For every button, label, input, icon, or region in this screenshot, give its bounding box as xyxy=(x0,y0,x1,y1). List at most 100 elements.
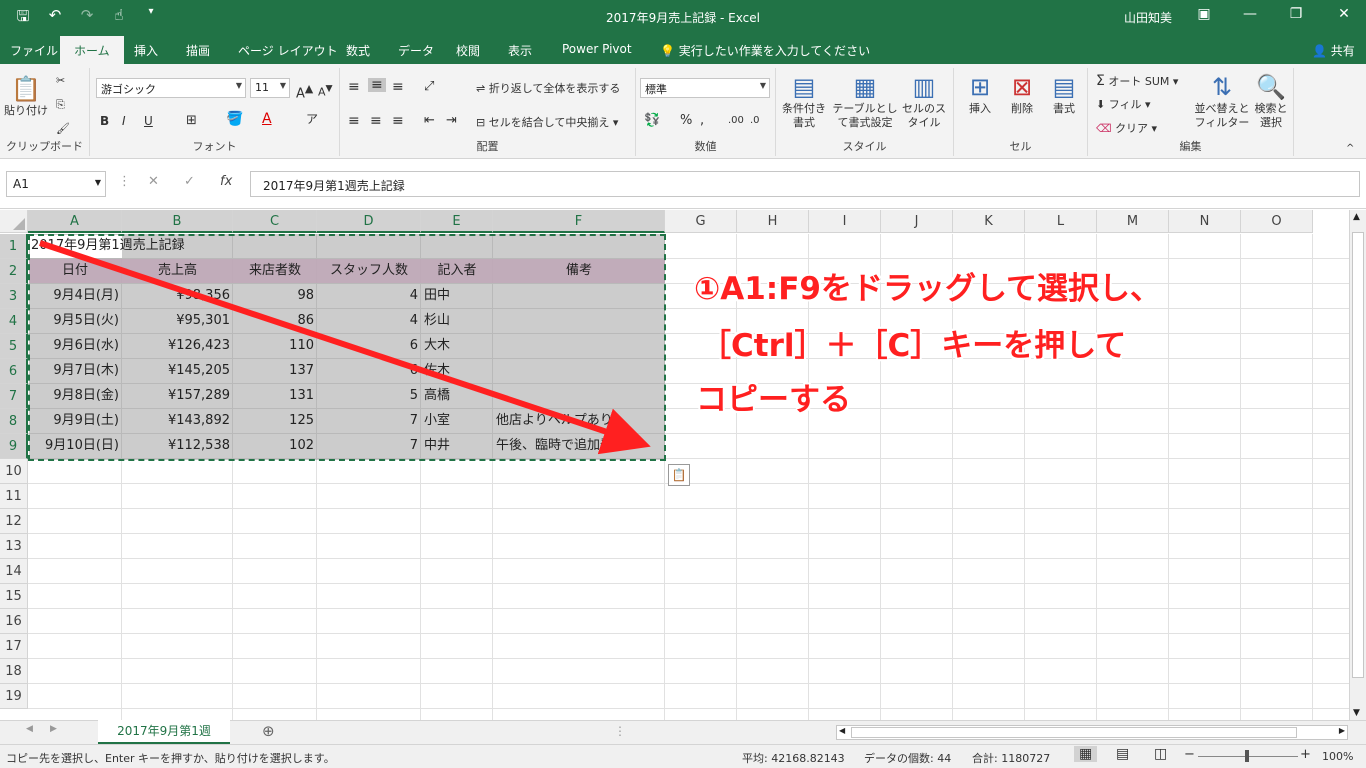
status-bar: コピー先を選択し、Enter キーを押すか、貼り付けを選択します。 平均: 42… xyxy=(0,744,1366,768)
prev-sheet-icon[interactable]: ◀ xyxy=(26,724,33,734)
autosum-button[interactable]: Σ オート SUM ▾ xyxy=(1096,74,1178,89)
tab-file[interactable]: ファイル xyxy=(10,42,58,59)
align-top-icon[interactable]: ≡ xyxy=(348,80,360,94)
add-sheet-icon[interactable]: ⊕ xyxy=(262,722,275,740)
font-color-icon[interactable]: A xyxy=(262,112,272,126)
increase-decimal-icon[interactable]: .00 xyxy=(728,114,744,128)
align-right-icon[interactable]: ≡ xyxy=(392,114,404,128)
format-painter-icon[interactable]: 🖌 xyxy=(56,122,70,136)
formula-input[interactable]: 2017年9月第1週売上記録 xyxy=(250,171,1360,197)
tab-page-layout[interactable]: ページ レイアウト xyxy=(238,42,338,59)
tab-power-pivot[interactable]: Power Pivot xyxy=(562,42,632,56)
currency-icon[interactable]: 💱 xyxy=(644,114,660,128)
merge-center-button[interactable]: ⊟ セルを結合して中央揃え ▾ xyxy=(476,116,618,130)
ribbon: 📋 貼り付け ✂ ⎘ 🖌 クリップボード 游ゴシック ▼ 11 ▼ A▲ A▼ B … xyxy=(0,64,1366,159)
align-bottom-icon[interactable]: ≡ xyxy=(392,80,404,94)
conditional-formatting-label: 条件付き書式 xyxy=(782,102,826,129)
user-name[interactable]: 山田知美 xyxy=(1124,9,1172,26)
format-cells-button[interactable]: ▤ 書式 xyxy=(1046,72,1082,116)
ribbon-display-icon[interactable]: ▣ xyxy=(1194,6,1214,22)
align-middle-icon[interactable]: ≡ xyxy=(368,78,386,92)
chevron-down-icon: ▼ xyxy=(279,81,286,90)
sigma-icon: Σ xyxy=(1096,73,1105,89)
fill-down-icon: ⬇ xyxy=(1096,98,1106,111)
minimize-icon[interactable]: — xyxy=(1240,6,1260,22)
wrap-text-button[interactable]: ⇌ 折り返して全体を表示する xyxy=(476,82,620,96)
tab-home[interactable]: ホーム xyxy=(60,36,124,64)
tell-me-box[interactable]: 💡 実行したい作業を入力してください xyxy=(660,42,870,59)
zoom-slider-thumb[interactable] xyxy=(1245,750,1249,762)
insert-cells-button[interactable]: ⊞ 挿入 xyxy=(962,72,998,116)
close-icon[interactable]: ✕ xyxy=(1334,6,1354,22)
next-sheet-icon[interactable]: ▶ xyxy=(50,724,57,734)
annotation-line-2: ［Ctrl］＋［C］キーを押して xyxy=(700,328,1127,364)
sort-filter-button[interactable]: ⇅ 並べ替えとフィルター xyxy=(1194,72,1250,130)
font-group-label: フォント xyxy=(192,140,237,153)
font-name-value: 游ゴシック xyxy=(101,83,156,96)
tab-split-icon[interactable]: ⋮ xyxy=(614,724,626,738)
tab-data[interactable]: データ xyxy=(398,42,434,59)
bold-button[interactable]: B xyxy=(100,114,109,128)
restore-icon[interactable]: ❐ xyxy=(1286,6,1306,22)
horizontal-scroll-thumb[interactable] xyxy=(851,727,1297,738)
comma-style-icon[interactable]: , xyxy=(700,114,704,128)
enter-icon[interactable]: ✓ xyxy=(184,174,195,189)
tab-review[interactable]: 校閲 xyxy=(456,42,480,59)
ribbon-tabs: ファイル ホーム 挿入 描画 ページ レイアウト 数式 データ 校閲 表示 Po… xyxy=(0,34,1366,64)
number-format-select[interactable]: 標準 ▼ xyxy=(640,78,770,98)
cell-styles-button[interactable]: ▥ セルのスタイル xyxy=(900,72,948,130)
scroll-right-icon[interactable]: ▶ xyxy=(1339,726,1345,735)
tell-me-label: 実行したい作業を入力してください xyxy=(678,44,871,58)
border-icon[interactable]: ⊞ xyxy=(186,114,197,128)
font-grow-icon[interactable]: A▲ xyxy=(296,82,313,101)
orientation-icon[interactable]: ⤢ xyxy=(424,80,434,94)
italic-button[interactable]: I xyxy=(122,114,126,128)
person-icon: 👤 xyxy=(1312,44,1327,58)
status-average: 平均: 42168.82143 xyxy=(742,752,845,765)
zoom-out-icon[interactable]: − xyxy=(1184,747,1195,762)
editing-group-label: 編集 xyxy=(1179,140,1202,153)
cut-icon[interactable]: ✂ xyxy=(56,74,65,88)
conditional-formatting-button[interactable]: ▤ 条件付き書式 xyxy=(778,72,830,130)
font-size-select[interactable]: 11 ▼ xyxy=(250,78,290,98)
font-name-select[interactable]: 游ゴシック ▼ xyxy=(96,78,246,98)
align-left-icon[interactable]: ≡ xyxy=(348,114,360,128)
font-shrink-icon[interactable]: A▼ xyxy=(318,82,333,100)
decrease-decimal-icon[interactable]: .0 xyxy=(750,114,760,128)
sheet-tab-active[interactable]: 2017年9月第1週 xyxy=(98,720,230,744)
tab-view[interactable]: 表示 xyxy=(508,42,532,59)
fill-color-icon[interactable]: 🪣 xyxy=(226,112,243,126)
insert-function-button[interactable]: fx xyxy=(220,174,232,189)
scroll-left-icon[interactable]: ◀ xyxy=(839,726,845,735)
underline-button[interactable]: U xyxy=(144,114,153,128)
normal-view-icon[interactable]: ▦ xyxy=(1074,746,1098,762)
table-icon: ▦ xyxy=(853,73,877,101)
collapse-ribbon-icon[interactable]: ^ xyxy=(1346,142,1354,156)
page-break-view-icon[interactable]: ◫ xyxy=(1154,746,1167,762)
copy-icon[interactable]: ⎘ xyxy=(56,98,65,112)
tab-formulas[interactable]: 数式 xyxy=(346,42,370,59)
name-box[interactable]: A1 ▼ xyxy=(6,171,106,197)
decrease-indent-icon[interactable]: ⇤ xyxy=(424,114,435,128)
delete-cells-button[interactable]: ⊠ 削除 xyxy=(1004,72,1040,116)
clear-button[interactable]: ⌫ クリア ▾ xyxy=(1096,122,1157,136)
tab-draw[interactable]: 描画 xyxy=(186,42,210,59)
zoom-in-icon[interactable]: + xyxy=(1300,747,1311,762)
zoom-level[interactable]: 100% xyxy=(1322,750,1353,763)
percent-button[interactable]: % xyxy=(680,114,692,128)
phonetic-icon[interactable]: ア xyxy=(306,112,318,126)
paste-button[interactable]: 📋 貼り付け xyxy=(4,74,48,118)
title-bar: 🖫 ↶ ↷ ☝ ▾ 2017年9月売上記録 - Excel 山田知美 ▣ — ❐… xyxy=(0,0,1366,34)
fill-button[interactable]: ⬇ フィル ▾ xyxy=(1096,98,1151,112)
format-as-table-label: テーブルとして書式設定 xyxy=(832,102,898,129)
horizontal-scrollbar[interactable]: ◀ ▶ xyxy=(836,725,1348,740)
tab-insert[interactable]: 挿入 xyxy=(134,42,158,59)
increase-indent-icon[interactable]: ⇥ xyxy=(446,114,457,128)
format-as-table-button[interactable]: ▦ テーブルとして書式設定 xyxy=(830,72,900,130)
share-button[interactable]: 👤 共有 xyxy=(1312,42,1355,59)
worksheet-grid[interactable]: 2017年9月第1週売上記録 日付 売上高 来店者数 スタッフ人数 記入者 備考 9月4日(月… xyxy=(0,209,1366,720)
page-layout-view-icon[interactable]: ▤ xyxy=(1116,746,1129,762)
find-select-button[interactable]: 🔍 検索と選択 xyxy=(1252,72,1290,130)
cancel-icon[interactable]: ✕ xyxy=(148,174,159,189)
align-center-icon[interactable]: ≡ xyxy=(370,114,382,128)
